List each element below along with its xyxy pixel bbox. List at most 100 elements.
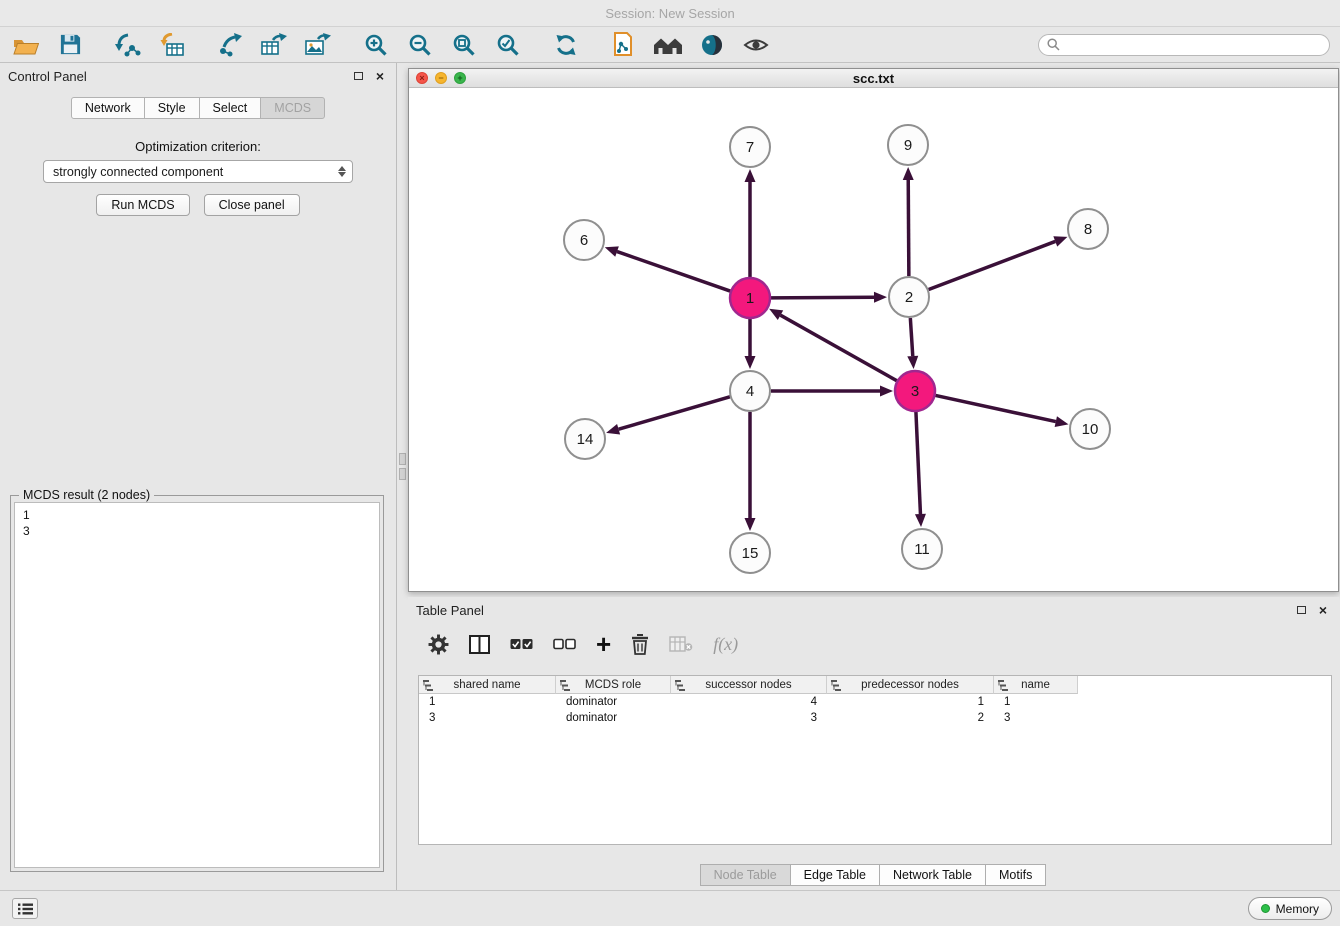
tab-network-table[interactable]: Network Table (879, 864, 986, 886)
table-cell[interactable]: 3 (419, 710, 556, 726)
table-delete-icon (669, 636, 693, 652)
add-column-button[interactable]: + (596, 631, 611, 657)
edge-3-10[interactable] (936, 395, 1069, 426)
edge-3-1[interactable] (769, 309, 897, 381)
column-header-shared-name[interactable]: shared name (419, 676, 556, 694)
edge-2-3[interactable] (907, 318, 918, 369)
tab-style[interactable]: Style (144, 97, 200, 119)
export-image-button[interactable] (302, 31, 334, 59)
window-close-icon[interactable]: × (416, 72, 428, 84)
search-input[interactable] (1065, 38, 1321, 52)
deselect-all-rows-button[interactable] (553, 631, 576, 657)
import-network-button[interactable] (112, 31, 144, 59)
table-cell[interactable]: dominator (556, 710, 671, 726)
column-label: name (1021, 679, 1050, 691)
table-row[interactable]: 3dominator323 (419, 710, 1331, 726)
float-panel-icon[interactable] (350, 68, 366, 84)
network-graph: 7 9 6 8 1 2 4 3 14 10 15 11 (409, 88, 1338, 591)
clipboard-network-button[interactable] (608, 31, 640, 59)
status-bar: Memory (0, 890, 1340, 926)
node-2[interactable]: 2 (889, 277, 929, 317)
table-cell[interactable]: 3 (671, 710, 827, 726)
show-columns-button[interactable] (469, 631, 490, 657)
edge-4-15[interactable] (745, 412, 756, 531)
export-network-icon (217, 33, 243, 57)
window-minimize-icon[interactable]: − (435, 72, 447, 84)
delete-column-button[interactable] (631, 631, 649, 657)
network-window-titlebar[interactable]: × − + scc.txt (409, 69, 1338, 88)
node-9[interactable]: 9 (888, 125, 928, 165)
select-all-rows-button[interactable] (510, 631, 533, 657)
tab-motifs[interactable]: Motifs (985, 864, 1046, 886)
mcds-result-title: MCDS result (2 nodes) (19, 488, 154, 502)
refresh-button[interactable] (550, 31, 582, 59)
edge-2-9[interactable] (903, 167, 914, 276)
tab-network[interactable]: Network (71, 97, 145, 119)
table-cell[interactable]: 3 (994, 710, 1078, 726)
export-network-button[interactable] (214, 31, 246, 59)
save-session-button[interactable] (54, 31, 86, 59)
import-table-button[interactable] (156, 31, 188, 59)
close-panel-button[interactable]: Close panel (204, 194, 300, 216)
table-cell[interactable]: 2 (827, 710, 994, 726)
edge-4-3[interactable] (771, 386, 893, 397)
tab-select[interactable]: Select (199, 97, 262, 119)
criterion-dropdown[interactable]: strongly connected component (43, 160, 353, 183)
memory-button[interactable]: Memory (1248, 897, 1332, 920)
float-table-panel-icon[interactable] (1293, 602, 1309, 618)
close-panel-icon[interactable]: × (372, 68, 388, 84)
task-history-button[interactable] (12, 898, 38, 919)
node-8[interactable]: 8 (1068, 209, 1108, 249)
zoom-selected-button[interactable] (492, 31, 524, 59)
node-1[interactable]: 1 (730, 278, 770, 318)
edge-1-6[interactable] (605, 246, 730, 291)
node-3[interactable]: 3 (895, 371, 935, 411)
overview-icon-button[interactable] (652, 31, 684, 59)
table-cell[interactable]: 1 (419, 694, 556, 710)
clipboard-network-icon (611, 32, 637, 58)
table-cell[interactable]: 4 (671, 694, 827, 710)
search-field[interactable] (1038, 34, 1330, 56)
show-hide-button[interactable] (740, 31, 772, 59)
column-header-name[interactable]: name (994, 676, 1078, 694)
zoom-out-button[interactable] (404, 31, 436, 59)
tab-node-table[interactable]: Node Table (700, 864, 791, 886)
node-15[interactable]: 15 (730, 533, 770, 573)
column-header-MCDS-role[interactable]: MCDS role (556, 676, 671, 694)
table-row[interactable]: 1dominator411 (419, 694, 1331, 710)
edge-4-14[interactable] (606, 397, 730, 435)
close-table-panel-icon[interactable]: × (1315, 602, 1331, 618)
panel-splitter[interactable] (399, 453, 406, 483)
network-canvas[interactable]: 7 9 6 8 1 2 4 3 14 10 15 11 (409, 88, 1338, 591)
edge-2-8[interactable] (929, 236, 1068, 289)
node-6[interactable]: 6 (564, 220, 604, 260)
dropdown-arrows-icon (338, 166, 346, 177)
zoom-in-button[interactable] (360, 31, 392, 59)
edge-1-2[interactable] (771, 292, 887, 303)
node-10[interactable]: 10 (1070, 409, 1110, 449)
svg-text:4: 4 (746, 383, 754, 400)
table-cell[interactable]: dominator (556, 694, 671, 710)
node-7[interactable]: 7 (730, 127, 770, 167)
table-cell[interactable]: 1 (827, 694, 994, 710)
style-button[interactable] (696, 31, 728, 59)
run-mcds-button[interactable]: Run MCDS (96, 194, 189, 216)
edge-1-7[interactable] (745, 169, 756, 277)
select-all-icon (510, 637, 533, 651)
edge-1-4[interactable] (745, 319, 756, 369)
edge-3-11[interactable] (915, 412, 926, 527)
open-file-button[interactable] (10, 31, 42, 59)
column-flow-icon (675, 680, 685, 691)
node-4[interactable]: 4 (730, 371, 770, 411)
export-table-button[interactable] (258, 31, 290, 59)
table-cell[interactable]: 1 (994, 694, 1078, 710)
zoom-fit-button[interactable] (448, 31, 480, 59)
node-11[interactable]: 11 (902, 529, 942, 569)
column-header-predecessor-nodes[interactable]: predecessor nodes (827, 676, 994, 694)
column-header-successor-nodes[interactable]: successor nodes (671, 676, 827, 694)
node-14[interactable]: 14 (565, 419, 605, 459)
window-maximize-icon[interactable]: + (454, 72, 466, 84)
table-settings-button[interactable] (428, 631, 449, 657)
tab-edge-table[interactable]: Edge Table (790, 864, 880, 886)
tab-mcds[interactable]: MCDS (260, 97, 325, 119)
